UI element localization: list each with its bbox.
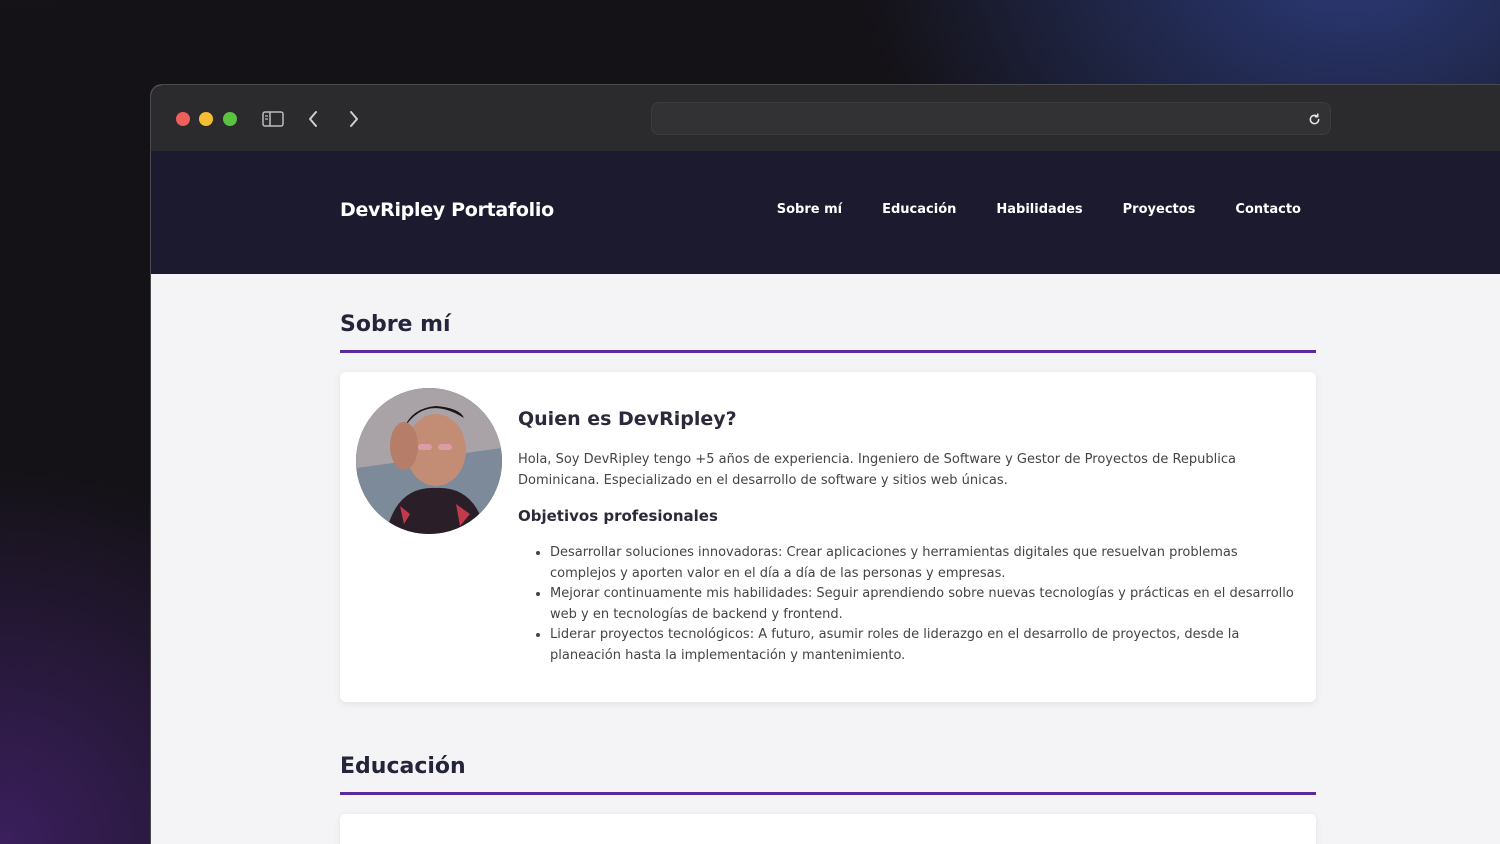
- goals-list: Desarrollar soluciones innovadoras: Crea…: [518, 543, 1298, 666]
- about-section-title: Sobre mí: [340, 274, 1316, 353]
- browser-window: DevRipley Portafolio Sobre mí Educación …: [150, 84, 1500, 844]
- sidebar-toggle-icon[interactable]: [261, 107, 285, 131]
- about-card-title: Quien es DevRipley?: [518, 408, 737, 430]
- maximize-window-button[interactable]: [223, 112, 237, 126]
- address-bar[interactable]: [651, 102, 1331, 135]
- page-content: Sobre mí Quien es DevRipley? Hola, Soy D…: [151, 274, 1316, 844]
- education-card: [340, 814, 1316, 844]
- goals-title: Objetivos profesionales: [518, 507, 718, 525]
- nav-link-contacto[interactable]: Contacto: [1235, 202, 1301, 217]
- browser-titlebar: [151, 85, 1500, 151]
- nav-link-educacion[interactable]: Educación: [882, 202, 956, 217]
- minimize-window-button[interactable]: [199, 112, 213, 126]
- education-section-title: Educación: [340, 702, 1316, 795]
- forward-arrow-icon[interactable]: [344, 107, 364, 131]
- main-nav: Sobre mí Educación Habilidades Proyectos…: [777, 202, 1301, 217]
- reload-icon[interactable]: [1304, 109, 1324, 129]
- profile-avatar: [356, 388, 502, 534]
- about-bio: Hola, Soy DevRipley tengo +5 años de exp…: [518, 452, 1236, 488]
- list-item: Desarrollar soluciones innovadoras: Crea…: [550, 543, 1298, 584]
- nav-link-sobre-mi[interactable]: Sobre mí: [777, 202, 842, 217]
- list-item: Mejorar continuamente mis habilidades: S…: [550, 584, 1298, 625]
- nav-link-proyectos[interactable]: Proyectos: [1123, 202, 1196, 217]
- close-window-button[interactable]: [176, 112, 190, 126]
- list-item: Liderar proyectos tecnológicos: A futuro…: [550, 625, 1298, 666]
- site-brand[interactable]: DevRipley Portafolio: [340, 199, 554, 221]
- site-header: DevRipley Portafolio Sobre mí Educación …: [151, 151, 1500, 274]
- back-arrow-icon[interactable]: [303, 107, 323, 131]
- about-card: Quien es DevRipley? Hola, Soy DevRipley …: [340, 372, 1316, 702]
- nav-link-habilidades[interactable]: Habilidades: [996, 202, 1082, 217]
